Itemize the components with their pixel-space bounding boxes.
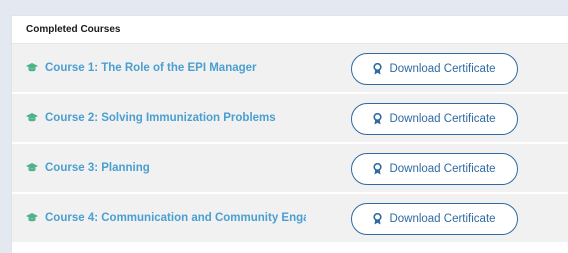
download-certificate-label: Download Certificate (389, 213, 496, 225)
course-title: Course 4: Communication and Community En… (45, 212, 306, 224)
panel-title: Completed Courses (12, 16, 568, 44)
download-certificate-label: Download Certificate (389, 63, 496, 75)
download-certificate-button[interactable]: Download Certificate (351, 203, 518, 235)
download-certificate-button[interactable]: Download Certificate (351, 53, 518, 85)
download-certificate-label: Download Certificate (389, 113, 496, 125)
completed-courses-panel: Completed Courses Course 1: The Role of … (11, 15, 568, 253)
graduation-cap-icon (26, 212, 38, 224)
course-row: Course 2: Solving Immunization Problems … (12, 94, 568, 144)
download-certificate-button[interactable]: Download Certificate (351, 153, 518, 185)
course-row: Course 4: Communication and Community En… (12, 194, 568, 244)
course-link[interactable]: Course 4: Communication and Community En… (26, 194, 306, 242)
award-ribbon-icon (373, 63, 383, 75)
course-row: Course 3: Planning Download Certificate (12, 144, 568, 194)
course-list: Course 1: The Role of the EPI Manager Do… (12, 44, 568, 244)
graduation-cap-icon (26, 162, 38, 174)
graduation-cap-icon (26, 112, 38, 124)
course-link[interactable]: Course 1: The Role of the EPI Manager (26, 44, 306, 92)
award-ribbon-icon (373, 213, 383, 225)
course-link[interactable]: Course 2: Solving Immunization Problems (26, 94, 306, 142)
download-certificate-button[interactable]: Download Certificate (351, 103, 518, 135)
course-title: Course 1: The Role of the EPI Manager (45, 62, 257, 74)
course-row: Course 1: The Role of the EPI Manager Do… (12, 44, 568, 94)
graduation-cap-icon (26, 62, 38, 74)
award-ribbon-icon (373, 113, 383, 125)
course-link[interactable]: Course 3: Planning (26, 144, 306, 192)
course-title: Course 2: Solving Immunization Problems (45, 112, 276, 124)
award-ribbon-icon (373, 163, 383, 175)
download-certificate-label: Download Certificate (389, 163, 496, 175)
course-title: Course 3: Planning (45, 162, 150, 174)
